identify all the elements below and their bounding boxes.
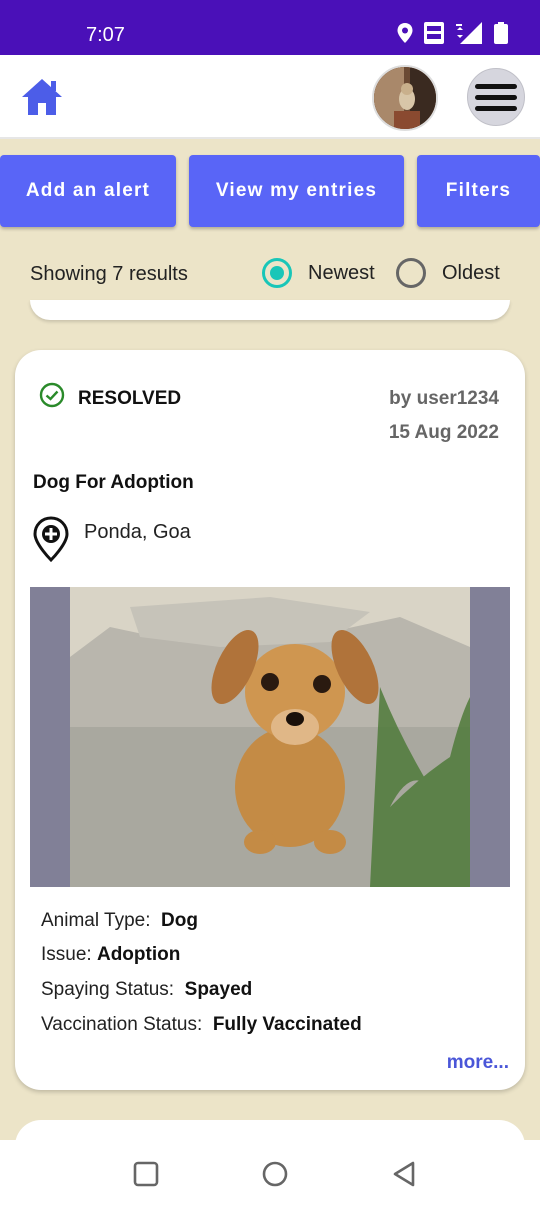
- spaying-status-label: Spaying Status:: [41, 979, 175, 1000]
- dog-photo[interactable]: [70, 587, 470, 887]
- previous-card-edge: [30, 300, 510, 320]
- results-row: Showing 7 results Newest Oldest: [0, 250, 540, 296]
- location-text: Ponda, Goa: [84, 521, 191, 543]
- avatar[interactable]: [372, 65, 438, 131]
- results-count: Showing 7 results: [30, 263, 188, 285]
- add-alert-button[interactable]: Add an alert: [0, 155, 176, 227]
- author: by user1234: [389, 388, 499, 409]
- sort-newest-radio[interactable]: [262, 258, 292, 288]
- status-bar: 7:07: [0, 0, 540, 55]
- home-icon[interactable]: [20, 77, 64, 117]
- back-icon[interactable]: [391, 1160, 419, 1188]
- system-nav-bar: [0, 1140, 540, 1206]
- vaccination-status-value: Fully Vaccinated: [212, 1014, 362, 1035]
- issue-row: Issue: Adoption: [41, 944, 180, 966]
- animal-type-value: Dog: [161, 910, 198, 931]
- status-icons: [396, 22, 508, 44]
- location-pin-icon: [33, 516, 69, 562]
- animal-type-label: Animal Type:: [41, 910, 151, 931]
- issue-label: Issue:: [41, 944, 92, 965]
- sort-newest-label[interactable]: Newest: [308, 262, 375, 285]
- spaying-status-value: Spayed: [184, 979, 253, 1000]
- avatar-image: [374, 67, 436, 129]
- status-badge: RESOLVED: [78, 388, 182, 409]
- menu-icon-line: [475, 105, 517, 111]
- view-entries-button[interactable]: View my entries: [189, 155, 404, 227]
- check-circle-icon: [39, 382, 65, 408]
- home-nav-icon[interactable]: [261, 1160, 289, 1188]
- post-title: Dog For Adoption: [33, 472, 194, 493]
- volte-icon: [424, 22, 444, 44]
- signal-4g-icon: [456, 22, 482, 44]
- vaccination-status-row: Vaccination Status: Fully Vaccinated: [41, 1014, 362, 1036]
- vaccination-status-label: Vaccination Status:: [41, 1014, 203, 1035]
- filters-button[interactable]: Filters: [417, 155, 540, 227]
- photo-frame: [30, 587, 510, 887]
- sort-oldest-label[interactable]: Oldest: [442, 262, 500, 285]
- menu-button[interactable]: [467, 68, 525, 126]
- post-date: 15 Aug 2022: [388, 422, 499, 443]
- menu-icon-line: [475, 94, 517, 100]
- spaying-status-row: Spaying Status: Spayed: [41, 979, 252, 1001]
- recents-icon[interactable]: [132, 1160, 160, 1188]
- sort-oldest-radio[interactable]: [396, 258, 426, 288]
- menu-icon-line: [475, 83, 517, 89]
- battery-icon: [494, 22, 508, 44]
- app-header: [0, 55, 540, 139]
- status-time: 7:07: [86, 24, 125, 46]
- issue-value: Adoption: [96, 944, 181, 965]
- alert-card[interactable]: RESOLVED by user1234 15 Aug 2022 Dog For…: [15, 350, 525, 1090]
- more-link[interactable]: more...: [447, 1052, 509, 1074]
- animal-type-row: Animal Type: Dog: [41, 910, 198, 932]
- location-icon: [397, 23, 413, 43]
- action-row: Add an alert View my entries Filters: [0, 155, 540, 227]
